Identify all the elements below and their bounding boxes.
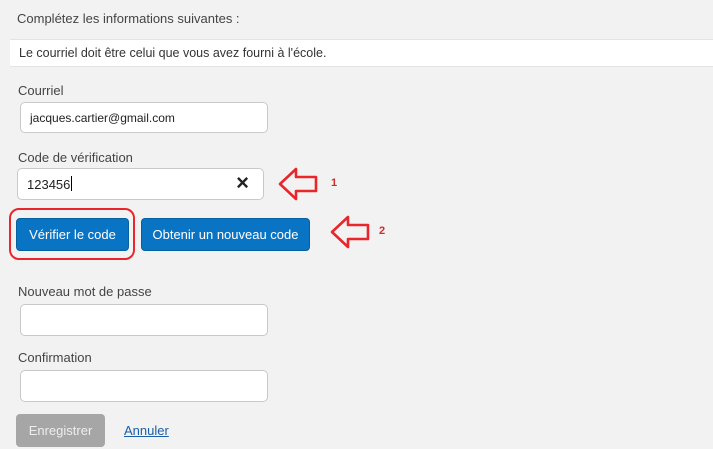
email-label: Courriel [18,83,64,98]
save-button[interactable]: Enregistrer [16,414,105,447]
text-caret [71,176,73,191]
verification-code-field[interactable]: 123456 × [17,168,264,200]
cancel-link[interactable]: Annuler [124,423,169,438]
new-password-label: Nouveau mot de passe [18,284,152,299]
verify-code-button[interactable]: Vérifier le code [16,218,129,251]
get-new-code-button[interactable]: Obtenir un nouveau code [141,218,310,251]
confirmation-label: Confirmation [18,350,92,365]
left-arrow-outline-icon [330,215,370,249]
left-arrow-outline-icon [278,167,318,201]
clear-icon[interactable]: × [236,172,249,194]
new-password-field[interactable] [20,304,268,336]
email-value: jacques.cartier@gmail.com [30,111,175,125]
form-intro: Complétez les informations suivantes : [17,11,240,26]
verification-code-label: Code de vérification [18,150,133,165]
annotation-marker-2: 2 [379,225,386,237]
email-notice-text: Le courriel doit être celui que vous ave… [19,46,327,60]
email-field[interactable]: jacques.cartier@gmail.com [20,102,268,133]
verification-code-value: 123456 [27,177,71,192]
email-notice: Le courriel doit être celui que vous ave… [10,39,713,67]
confirmation-field[interactable] [20,370,268,402]
annotation-marker-1: 1 [331,177,338,189]
